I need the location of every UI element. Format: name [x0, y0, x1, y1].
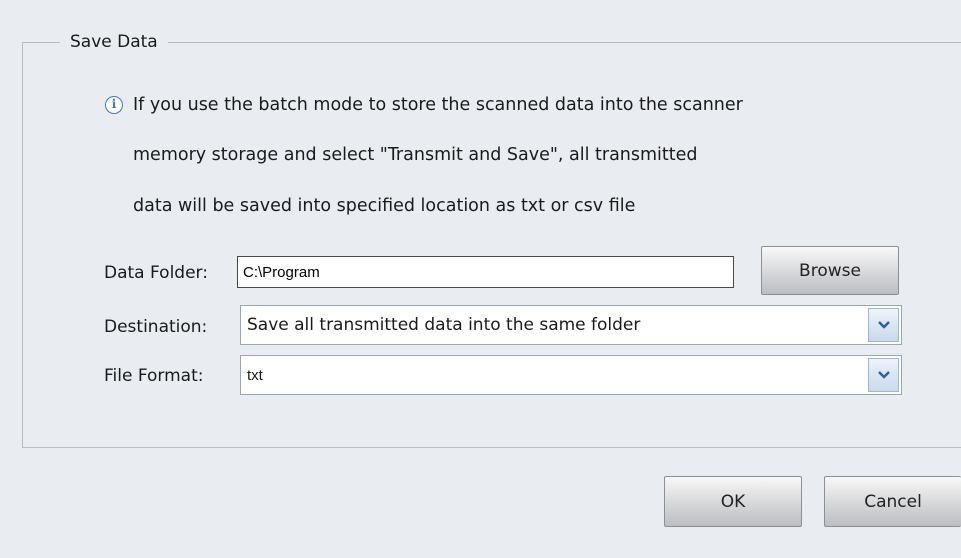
data-folder-input[interactable]	[237, 256, 734, 288]
destination-label: Destination:	[104, 317, 208, 337]
ok-button[interactable]: OK	[664, 476, 802, 527]
file-format-select[interactable]: txt	[240, 355, 902, 395]
destination-dropdown-button[interactable]	[868, 308, 899, 342]
info-icon: i	[105, 96, 123, 114]
chevron-down-icon	[878, 321, 890, 329]
cancel-button[interactable]: Cancel	[824, 476, 961, 527]
browse-button[interactable]: Browse	[761, 246, 899, 295]
info-line-2: memory storage and select "Transmit and …	[133, 145, 698, 165]
file-format-value: txt	[247, 367, 263, 384]
data-folder-label: Data Folder:	[104, 263, 208, 283]
file-format-dropdown-button[interactable]	[868, 358, 899, 392]
file-format-label: File Format:	[104, 366, 204, 386]
destination-select[interactable]: Save all transmitted data into the same …	[240, 305, 902, 345]
group-title: Save Data	[60, 32, 168, 52]
info-line-1: If you use the batch mode to store the s…	[133, 95, 743, 115]
destination-value: Save all transmitted data into the same …	[247, 315, 641, 335]
chevron-down-icon	[878, 371, 890, 379]
info-line-3: data will be saved into specified locati…	[133, 196, 636, 216]
